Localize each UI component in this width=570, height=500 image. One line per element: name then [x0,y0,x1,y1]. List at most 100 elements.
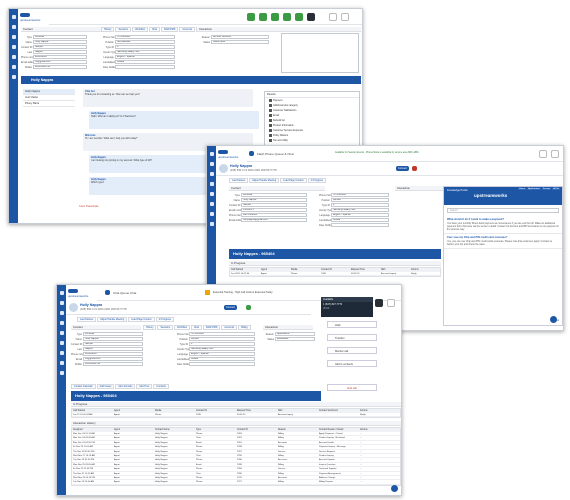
tab-0[interactable]: History [143,325,157,330]
field-value[interactable]: Holly Nappra [83,337,143,341]
tab-3[interactable]: In Progress [307,178,326,183]
phone-control-button[interactable]: Hold [327,321,377,328]
tab-5[interactable]: Accounts [221,325,238,330]
tab-4[interactable]: Contacts [153,384,169,389]
field-value[interactable]: Not Relevant [115,40,175,44]
tab-6[interactable]: Billing [238,325,251,330]
tab-2[interactable]: Workflow [132,27,148,32]
field-value[interactable]: Closed [331,218,389,222]
field-value[interactable]: Samsung Galaxy S20 [189,347,255,351]
tab-0[interactable]: Contact Calendar [71,384,96,389]
table-row[interactable]: Jan 2021 10:41:34 Agent Phone 1345 00:02:15 A… [230,272,440,277]
field-value[interactable]: Nappra [33,50,87,54]
tab-2[interactable]: Add Journals [115,384,136,389]
field-value[interactable]: 1-8034875 [241,208,307,212]
hangup-button[interactable] [412,166,418,171]
field-value[interactable]: 7271301884 [115,35,175,39]
status-button[interactable] [307,13,315,21]
field-value[interactable] [331,223,389,227]
settings-icon[interactable] [387,299,395,307]
field-value[interactable]: 905541883 [33,55,87,59]
phone-button[interactable] [259,13,267,21]
table-row[interactable]: Jan 21 10:41:34 AM Agent Phone 1345 00:02:15… [72,413,400,418]
field-value[interactable]: Personal [33,35,87,39]
field-value[interactable]: hn@gmail.com [83,357,143,361]
field-value[interactable]: Sample [83,342,143,346]
tab-1[interactable]: Add Cases [96,384,115,389]
field-value[interactable]: Closed [115,60,175,64]
tab-2[interactable]: Load Page Custom [128,317,155,322]
portal-tab[interactable]: All Kb [552,188,560,190]
field-value[interactable]: Sample [241,203,307,207]
field-value[interactable]: Sample [33,45,87,49]
faq-item[interactable]: What should I do if I want to make a pay… [444,216,562,235]
tab-4[interactable]: RAW PMS [203,325,221,330]
settings-icon[interactable] [341,13,349,21]
field-value[interactable]: Personal [241,193,307,197]
tab-0[interactable]: History [101,27,115,32]
field-value[interactable]: 7271301884 [331,193,389,197]
portal-tab[interactable]: Forums [541,188,552,190]
faq-item[interactable]: Can I use my Chip and PIN credit card ov… [444,234,562,250]
field-value[interactable]: Holly Nappra [241,198,307,202]
tab-3[interactable]: In Progress [155,317,174,322]
field-value[interactable]: 0 [331,203,389,207]
phone-icon[interactable] [375,299,383,307]
field-value[interactable]: 905541881711 [33,65,87,69]
field-value[interactable]: 905541883 [83,352,143,356]
tab-1[interactable]: Sessions [115,27,132,32]
chat-fab-icon[interactable] [550,316,557,323]
tab-3[interactable]: Add Time [136,384,153,389]
status-select[interactable]: Receivable [275,337,315,341]
field-value[interactable]: English - Spanish [189,352,255,356]
field-value[interactable]: hn@gmail.com [33,60,87,64]
field-value[interactable]: English - Spanish [331,213,389,217]
portal-tab[interactable]: Applications [527,188,541,190]
phone-queue-icon[interactable] [249,151,254,156]
status-select[interactable]: Status Note [211,40,269,44]
field-value[interactable] [189,362,255,366]
phone-control-button[interactable]: Transfer [327,334,377,341]
tab-2[interactable]: Load Page Custom [280,178,307,183]
field-value[interactable]: English - Spanish [115,55,175,59]
table-row[interactable]: Tue Nov 19 10:00 AM Agent Holly Nappra Phon… [72,480,400,485]
field-value[interactable]: Verified [189,337,255,341]
field-value[interactable]: Personal [83,332,143,336]
field-value[interactable] [115,65,175,69]
end-call-button[interactable]: End call [327,384,377,391]
settings-icon[interactable] [551,150,559,158]
field-value[interactable]: 905541881711 [83,362,143,366]
field-value[interactable]: hollynappra@gmail.com [241,218,307,222]
phone-icon[interactable] [329,13,337,21]
tab-1[interactable]: Adjust Handle Meeting [249,178,280,183]
field-value[interactable]: Nappra [83,347,143,351]
connect-button[interactable]: Connect [224,305,237,310]
email-button[interactable] [283,13,291,21]
tab-5[interactable]: Accounts [179,27,196,32]
chat-fab-icon[interactable] [391,485,398,492]
phone-icon[interactable] [539,150,547,158]
tab-1[interactable]: Sessions [157,325,174,330]
tree-item[interactable]: Tax and Utility [265,138,359,143]
phone-control-button[interactable]: Monitor call [327,347,377,354]
field-value[interactable]: Closed [189,357,255,361]
field-value[interactable]: Holly Nappra [33,40,87,44]
tab-0[interactable]: Last Notices [229,178,249,183]
portal-tab[interactable]: Home [518,188,527,190]
tab-0[interactable]: Last Notices [77,317,97,322]
field-value[interactable]: Samsung Galaxy S20 [331,208,389,212]
task-button[interactable] [295,13,303,21]
chat-queue-icon[interactable] [105,290,110,295]
phone-control-button[interactable]: Add to contacts [327,360,377,367]
field-value[interactable]: 0 [115,45,175,49]
field-value[interactable]: 09871384883 [241,213,307,217]
tab-3[interactable]: Chat [190,325,203,330]
tab-4[interactable]: RAW PMS [161,27,179,32]
reason-select[interactable]: Account Services [211,35,269,39]
portal-search[interactable]: Search [447,208,559,213]
chat-button[interactable] [271,13,279,21]
field-value[interactable]: Verified [331,198,389,202]
tab-1[interactable]: Adjust Handle Meeting [97,317,128,322]
field-value[interactable]: Samsung Galaxy S20 [115,50,175,54]
record-button[interactable] [246,305,252,310]
